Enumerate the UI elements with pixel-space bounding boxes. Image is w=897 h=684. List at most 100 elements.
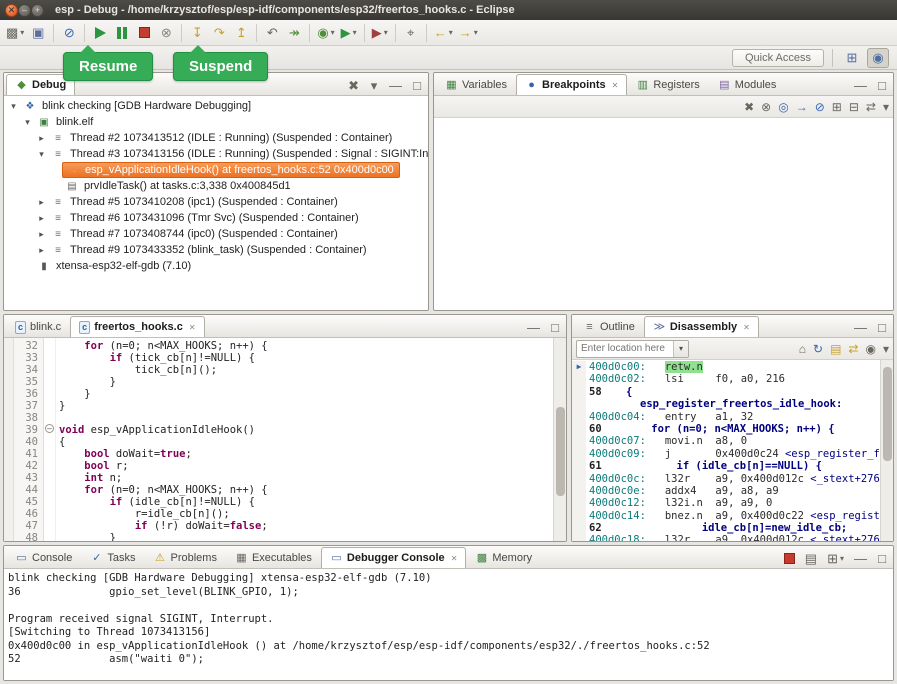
suspend-button[interactable] (112, 22, 132, 44)
minimize-icon[interactable]: — (387, 77, 404, 93)
tab-registers[interactable]: Registers (627, 74, 708, 95)
close-icon[interactable]: ✕ (189, 323, 196, 332)
instruction-stepping-icon[interactable]: ↠ (284, 22, 304, 44)
run-icon[interactable]: ▶▾ (339, 22, 359, 44)
step-over-icon[interactable]: ↷ (209, 22, 229, 44)
location-input[interactable] (577, 343, 673, 354)
disassembly-row[interactable]: 400d0c07: movi.n a8, 0 (572, 435, 880, 447)
disassembly-row[interactable]: 60 for (n=0; n<MAX_HOOKS; n++) { (572, 423, 880, 435)
view-menu-icon[interactable]: ▾ (883, 343, 889, 355)
debug-tree-item[interactable]: ▸Thread #7 1073408744 (ipc0) (Suspended … (4, 226, 428, 242)
code-editor[interactable]: 3233343536373839404142434445464748 – for… (4, 338, 566, 541)
debug-tree-item[interactable]: ▸Thread #5 1073410208 (ipc1) (Suspended … (4, 194, 428, 210)
disassembly-row[interactable]: 400d0c12: l32i.n a9, a9, 0 (572, 497, 880, 509)
disassembly-row[interactable]: ▶400d0c00: retw.n (572, 361, 880, 373)
debug-tree-item[interactable]: ▸Thread #9 1073433352 (blink_task) (Susp… (4, 242, 428, 258)
expand-arrow-icon[interactable]: ▸ (35, 197, 48, 208)
drop-to-frame-icon[interactable]: ↶ (262, 22, 282, 44)
tab-console[interactable]: Console (6, 547, 81, 568)
debug-tree[interactable]: ▾blink checking [GDB Hardware Debugging]… (4, 96, 428, 310)
track-expression-icon[interactable]: ◉ (865, 343, 875, 355)
disassembly-row[interactable]: 58 { (572, 386, 880, 398)
remove-all-terminated-icon[interactable]: ✖ (346, 77, 361, 93)
scrollbar-thumb[interactable] (883, 367, 892, 461)
editor-scrollbar[interactable] (553, 338, 566, 541)
disassembly-row[interactable]: 400d0c04: entry a1, 32 (572, 411, 880, 423)
terminate-button[interactable] (134, 22, 154, 44)
minimize-window-button[interactable]: – (18, 4, 31, 17)
combo-dropdown-icon[interactable]: ▾ (673, 341, 688, 357)
fold-marker-icon[interactable]: – (45, 424, 54, 433)
collapse-all-icon[interactable]: ⊟ (849, 101, 859, 113)
debug-tree-item[interactable]: ▸Thread #6 1073431096 (Tmr Svc) (Suspend… (4, 210, 428, 226)
disassembly-row[interactable]: 400d0c18: l32r a9, 0x400d012c <_stext+27… (572, 534, 880, 541)
collapse-arrow-icon[interactable]: ▾ (21, 117, 34, 128)
debug-tree-item[interactable]: esp_vApplicationIdleHook() at freertos_h… (4, 162, 428, 178)
code-lines[interactable]: for (n=0; n<MAX_HOOKS; n++) { if (tick_c… (56, 338, 553, 541)
minimize-icon[interactable]: — (852, 319, 869, 335)
link-with-debug-icon[interactable]: ⇄ (866, 101, 876, 113)
maximize-icon[interactable]: □ (548, 319, 562, 335)
quick-access-button[interactable]: Quick Access (732, 49, 824, 67)
scrollbar-thumb[interactable] (556, 407, 565, 496)
disassembly-row[interactable]: 61 if (idle_cb[n]==NULL) { (572, 460, 880, 472)
disassembly-row[interactable]: 400d0c0c: l32r a9, 0x400d012c <_stext+27… (572, 473, 880, 485)
skip-all-breakpoints-icon[interactable]: ⊘ (59, 22, 79, 44)
disassembly-view[interactable]: ▶400d0c00: retw.n400d0c02: lsi f0, a0, 2… (572, 360, 893, 541)
skip-all-breakpoints-icon[interactable]: ⊘ (815, 101, 825, 113)
close-icon[interactable]: ✕ (612, 81, 619, 90)
minimize-icon[interactable]: — (525, 319, 542, 335)
remove-all-breakpoints-icon[interactable]: ⊗ (761, 101, 771, 113)
location-combo[interactable]: ▾ (576, 340, 689, 358)
disassembly-row[interactable]: 400d0c0e: addx4 a9, a8, a9 (572, 485, 880, 497)
minimize-icon[interactable]: — (852, 550, 869, 566)
disassembly-row[interactable]: 400d0c09: j 0x400d0c24 <esp_register_fre… (572, 448, 880, 460)
save-icon[interactable]: ▣ (28, 22, 48, 44)
debug-perspective-icon[interactable]: ◉ (867, 48, 889, 68)
refresh-icon[interactable]: ↻ (813, 343, 823, 355)
remove-breakpoint-icon[interactable]: ✖ (744, 101, 754, 113)
collapse-arrow-icon[interactable]: ▾ (35, 149, 48, 160)
display-selected-console-icon[interactable]: ▤ (803, 550, 819, 566)
open-console-icon[interactable]: ⊞▾ (825, 550, 846, 566)
minimize-icon[interactable]: — (852, 77, 869, 93)
external-tools-icon[interactable]: ▶▾ (370, 22, 390, 44)
disassembly-row[interactable]: 400d0c02: lsi f0, a0, 216 (572, 373, 880, 385)
disassembly-scrollbar[interactable] (880, 360, 893, 541)
debug-tree-item[interactable]: ▾blink checking [GDB Hardware Debugging] (4, 98, 428, 114)
maximize-icon[interactable]: □ (875, 77, 889, 93)
debug-tree-item[interactable]: ▾Thread #3 1073413156 (IDLE : Running) (… (4, 146, 428, 162)
debug-tree-item[interactable]: xtensa-esp32-elf-gdb (7.10) (4, 258, 428, 274)
maximize-window-button[interactable]: + (31, 4, 44, 17)
expand-arrow-icon[interactable]: ▸ (35, 213, 48, 224)
sync-selection-icon[interactable]: ⇄ (848, 343, 858, 355)
tab-executables[interactable]: Executables (226, 547, 321, 568)
tab-debugger-console[interactable]: Debugger Console✕ (321, 547, 467, 568)
expand-arrow-icon[interactable]: ▸ (35, 133, 48, 144)
step-return-icon[interactable]: ↥ (231, 22, 251, 44)
disassembly-row[interactable]: 62 idle_cb[n]=new_idle_cb; (572, 522, 880, 534)
expand-arrow-icon[interactable]: ▸ (35, 229, 48, 240)
maximize-icon[interactable]: □ (875, 550, 889, 566)
console-output[interactable]: blink checking [GDB Hardware Debugging] … (4, 569, 893, 680)
tab-memory[interactable]: Memory (466, 547, 541, 568)
tab-modules[interactable]: Modules (709, 74, 786, 95)
new-wizard-icon[interactable]: ▩▾ (4, 22, 26, 44)
open-perspective-icon[interactable]: ⊞ (841, 48, 863, 68)
expand-all-icon[interactable]: ⊞ (832, 101, 842, 113)
tab-breakpoints[interactable]: Breakpoints✕ (516, 74, 627, 95)
close-window-button[interactable]: ✕ (5, 4, 18, 17)
maximize-icon[interactable]: □ (410, 77, 424, 93)
editor-tab-blink-c[interactable]: blink.c (6, 316, 70, 337)
view-menu-icon[interactable]: ▾ (367, 77, 381, 93)
view-menu-icon[interactable]: ▾ (883, 101, 889, 113)
debug-tree-item[interactable]: ▾blink.elf (4, 114, 428, 130)
debug-tree-item[interactable]: prvIdleTask() at tasks.c:3,338 0x400845d… (4, 178, 428, 194)
collapse-arrow-icon[interactable]: ▾ (7, 101, 20, 112)
tab-problems[interactable]: Problems (144, 547, 225, 568)
folding-ruler[interactable]: – (44, 338, 56, 541)
tab-outline[interactable]: Outline (574, 316, 644, 337)
back-icon[interactable]: ←▾ (432, 22, 455, 44)
expand-arrow-icon[interactable]: ▸ (35, 245, 48, 256)
debug-icon[interactable]: ◉▾ (315, 22, 336, 44)
